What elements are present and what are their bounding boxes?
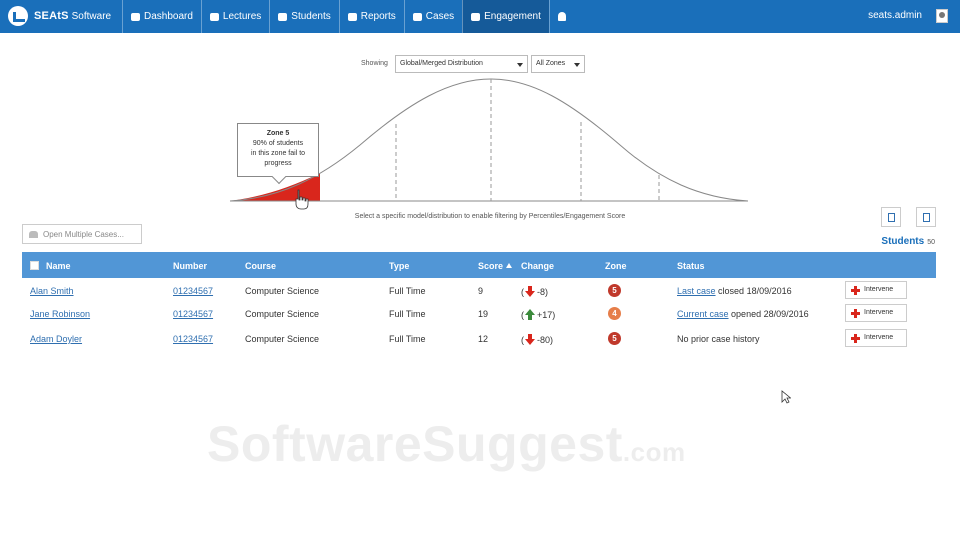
change-cell: ( -8) xyxy=(521,286,548,297)
score-cell: 19 xyxy=(478,309,489,319)
course-cell: Computer Science xyxy=(245,334,320,344)
type-cell: Full Time xyxy=(389,309,426,319)
student-name-link[interactable]: Adam Doyler xyxy=(30,334,82,344)
change-value: +17) xyxy=(537,309,556,320)
watermark-suffix: .com xyxy=(622,437,686,467)
header-score-label: Score xyxy=(478,261,504,271)
header-status[interactable]: Status xyxy=(677,261,705,271)
status-text: No prior case history xyxy=(677,334,760,344)
status-cell: Last case closed 18/09/2016 xyxy=(677,286,792,296)
score-cell: 9 xyxy=(478,286,484,296)
open-multiple-cases-button[interactable]: Open Multiple Cases... xyxy=(22,224,142,244)
chart-hint: Select a specific model/distribution to … xyxy=(354,213,626,220)
header-score[interactable]: Score xyxy=(478,261,513,271)
status-text: closed 18/09/2016 xyxy=(718,286,792,296)
students-number: 50 xyxy=(927,239,935,246)
student-number-link[interactable]: 01234567 xyxy=(173,334,213,344)
intervene-button[interactable]: Intervene xyxy=(845,281,907,299)
zone-badge: 5 xyxy=(608,332,621,345)
header-zone[interactable]: Zone xyxy=(605,261,627,271)
status-cell: No prior case history xyxy=(677,334,760,344)
student-number-link[interactable]: 01234567 xyxy=(173,309,213,319)
change-prefix: ( xyxy=(521,286,524,297)
course-cell: Computer Science xyxy=(245,309,320,319)
plus-icon xyxy=(851,286,860,295)
zone-badge: 4 xyxy=(608,307,621,320)
header-change[interactable]: Change xyxy=(521,261,554,271)
select-all-checkbox[interactable] xyxy=(30,261,39,270)
student-name-link[interactable]: Alan Smith xyxy=(30,286,74,296)
table-row: Adam Doyler 01234567 Computer Science Fu… xyxy=(22,328,936,352)
watermark: SoftwareSuggest.com xyxy=(207,415,686,473)
header-type[interactable]: Type xyxy=(389,261,409,271)
change-prefix: ( xyxy=(521,309,524,320)
header-name[interactable]: Name xyxy=(46,261,71,271)
tooltip-line: in this zone fail to xyxy=(250,150,306,157)
status-cell: Current case opened 28/09/2016 xyxy=(677,309,809,319)
students-count: Students 50 xyxy=(881,236,935,247)
change-cell: ( +17) xyxy=(521,309,555,320)
students-label: Students xyxy=(881,236,925,247)
case-link[interactable]: Last case xyxy=(677,286,716,296)
zone-tooltip: Zone 5 90% of students in this zone fail… xyxy=(237,123,319,177)
intervene-button[interactable]: Intervene xyxy=(845,329,907,347)
header-number[interactable]: Number xyxy=(173,261,207,271)
open-multiple-cases-label: Open Multiple Cases... xyxy=(43,230,124,239)
intervene-label: Intervene xyxy=(864,309,894,316)
sort-up-icon xyxy=(506,263,513,268)
distribution-curve[interactable] xyxy=(0,0,960,230)
table-row: Jane Robinson 01234567 Computer Science … xyxy=(22,303,936,327)
document-icon xyxy=(888,213,895,222)
header-course[interactable]: Course xyxy=(245,261,276,271)
student-number-link[interactable]: 01234567 xyxy=(173,286,213,296)
change-value: -80) xyxy=(537,334,554,345)
change-value: -8) xyxy=(537,286,548,297)
export-excel-button[interactable] xyxy=(916,207,936,227)
users-icon xyxy=(29,231,38,238)
tooltip-line: progress xyxy=(264,160,292,167)
plus-icon xyxy=(851,334,860,343)
watermark-main: SoftwareSuggest xyxy=(207,416,623,472)
table-header: Name Number Course Type Score Change Zon… xyxy=(22,252,936,278)
intervene-label: Intervene xyxy=(864,334,894,341)
course-cell: Computer Science xyxy=(245,286,320,296)
document-icon xyxy=(923,213,930,222)
type-cell: Full Time xyxy=(389,334,426,344)
change-cell: ( -80) xyxy=(521,334,553,345)
tooltip-line: 90% of students xyxy=(252,140,304,147)
zone-badge: 5 xyxy=(608,284,621,297)
arrow-up-icon xyxy=(525,309,535,320)
change-prefix: ( xyxy=(521,334,524,345)
student-name-link[interactable]: Jane Robinson xyxy=(30,309,90,319)
table-row: Alan Smith 01234567 Computer Science Ful… xyxy=(22,280,936,304)
intervene-label: Intervene xyxy=(864,286,894,293)
export-pdf-button[interactable] xyxy=(881,207,901,227)
arrow-down-icon xyxy=(525,334,535,345)
mouse-pointer-icon xyxy=(781,390,791,404)
status-text: opened 28/09/2016 xyxy=(731,309,809,319)
type-cell: Full Time xyxy=(389,286,426,296)
case-link[interactable]: Current case xyxy=(677,309,729,319)
tooltip-title: Zone 5 xyxy=(266,130,290,137)
plus-icon xyxy=(851,309,860,318)
arrow-down-icon xyxy=(525,286,535,297)
intervene-button[interactable]: Intervene xyxy=(845,304,907,322)
score-cell: 12 xyxy=(478,334,489,344)
